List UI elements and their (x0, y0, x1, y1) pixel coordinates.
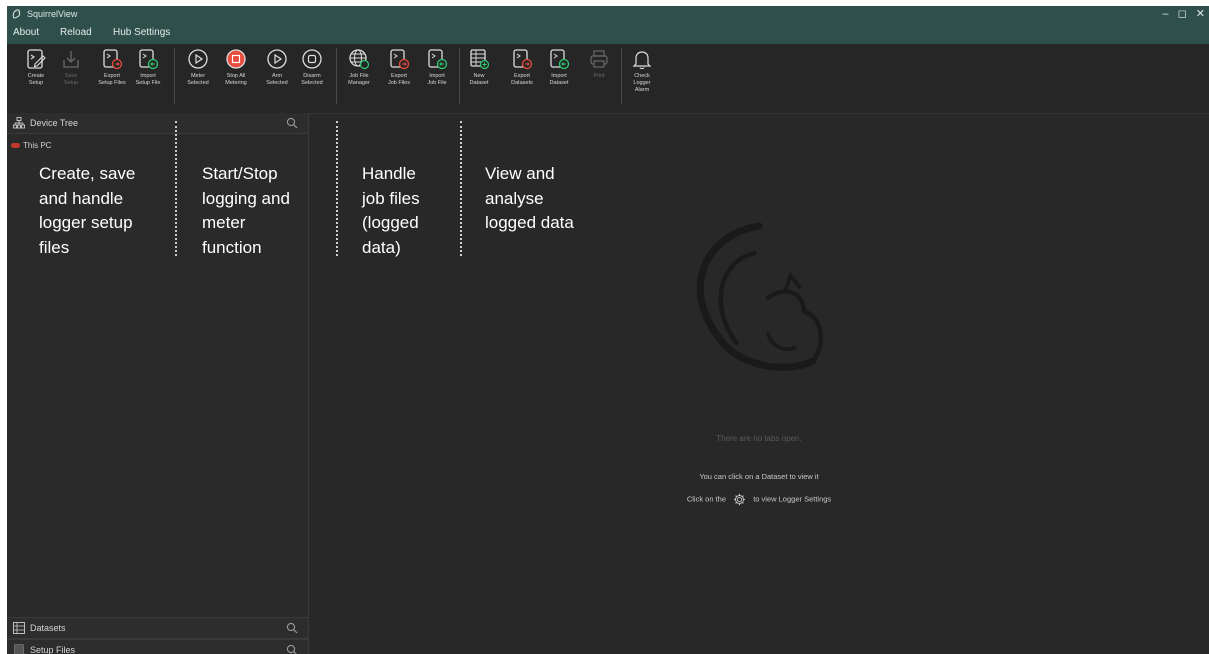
disarm-selected-label: Disarm Selected (301, 73, 323, 86)
export-setup-files-icon (103, 49, 123, 70)
annotation-logging: Start/Stop logging and meter function (202, 164, 290, 257)
datasets-title: Datasets (30, 623, 66, 633)
search-icon[interactable] (286, 644, 298, 654)
export-setup-files-button[interactable]: Export Setup Files (95, 48, 129, 87)
setup-files-icon (14, 644, 24, 654)
annotation-setup: Create, save and handle logger setup fil… (39, 164, 136, 257)
title-bar: SquirrelView – ◻ ✕ (7, 6, 1209, 23)
close-button[interactable]: ✕ (1196, 7, 1205, 20)
this-pc-label: This PC (23, 141, 52, 150)
toolbar: Create Setup Save Setup Export Setup Fil… (7, 44, 1209, 114)
stop-all-metering-label: Stop All Metering (225, 73, 247, 86)
toolbar-separator (174, 48, 175, 104)
window-controls: – ◻ ✕ (1156, 7, 1205, 20)
new-dataset-button[interactable]: New Dataset (462, 48, 496, 87)
export-setup-files-label: Export Setup Files (98, 73, 126, 86)
export-job-files-button[interactable]: Export Job Files (382, 48, 416, 87)
export-job-files-label: Export Job Files (387, 73, 410, 86)
no-tabs-message: There are no tabs open. (716, 434, 802, 443)
device-tree-header[interactable]: Device Tree (7, 113, 308, 134)
disarm-selected-button[interactable]: Disarm Selected (295, 48, 329, 87)
arm-selected-label: Arm Selected (266, 73, 288, 86)
bell-icon (632, 51, 652, 70)
device-tree-item-this-pc[interactable]: This PC (11, 141, 51, 150)
minimize-button[interactable]: – (1162, 8, 1168, 20)
export-job-files-icon (390, 49, 410, 70)
import-job-file-icon (428, 49, 448, 70)
create-setup-label: Create Setup (27, 73, 45, 86)
check-logger-alarm-button[interactable]: Check Logger Alarm (625, 48, 659, 94)
squirrel-logo-icon (12, 9, 21, 19)
meter-selected-icon (188, 49, 208, 69)
new-dataset-label: New Dataset (469, 73, 489, 86)
device-tree-icon (13, 117, 25, 129)
gear-icon (734, 493, 746, 506)
setup-files-header[interactable]: Setup Files (7, 639, 308, 654)
globe-icon (349, 49, 370, 70)
app-title: SquirrelView (27, 9, 78, 19)
print-label: Print (593, 73, 605, 79)
search-icon[interactable] (286, 622, 298, 634)
job-file-manager-label: Job File Manager (348, 73, 370, 86)
job-file-manager-button[interactable]: Job File Manager (342, 48, 376, 87)
toolbar-separator (336, 48, 337, 104)
search-icon[interactable] (286, 117, 298, 129)
datasets-header[interactable]: Datasets (7, 617, 308, 639)
check-logger-alarm-label: Check Logger Alarm (633, 73, 651, 93)
maximize-button[interactable]: ◻ (1178, 7, 1187, 20)
meter-selected-label: Meter Selected (187, 73, 209, 86)
datasets-icon (13, 622, 25, 634)
stop-all-metering-icon (226, 49, 246, 69)
menu-reload[interactable]: Reload (60, 27, 92, 38)
import-dataset-label: Import Dataset (549, 73, 569, 86)
squirrel-watermark-icon (696, 222, 823, 371)
dataset-hint: You can click on a Dataset to view it (699, 472, 819, 481)
import-setup-file-icon (139, 49, 159, 70)
arm-selected-button[interactable]: Arm Selected (260, 48, 294, 87)
menu-about[interactable]: About (13, 27, 39, 38)
import-job-file-button[interactable]: Import Job File (420, 48, 454, 87)
new-dataset-icon (470, 49, 490, 70)
import-setup-file-button[interactable]: Import Setup File (131, 48, 165, 87)
create-setup-icon (27, 49, 46, 69)
save-setup-label: Save Setup (63, 73, 79, 86)
import-dataset-icon (550, 49, 570, 70)
menu-hub-settings[interactable]: Hub Settings (113, 27, 170, 38)
hint-prefix: Click on the (686, 494, 727, 504)
setup-files-title: Setup Files (30, 645, 76, 654)
menu-bar: About Reload Hub Settings (7, 23, 1209, 44)
create-setup-button[interactable]: Create Setup (19, 48, 53, 87)
import-setup-file-label: Import Setup File (135, 73, 161, 86)
main-content: There are no tabs open. You can click on… (309, 113, 1209, 654)
device-tree-title: Device Tree (30, 118, 79, 128)
arm-selected-icon (267, 49, 287, 69)
disarm-selected-icon (302, 49, 322, 69)
save-setup-button[interactable]: Save Setup (54, 48, 88, 87)
hint-suffix: to view Logger Settings (753, 494, 832, 504)
toolbar-separator (459, 48, 460, 104)
save-setup-icon (63, 51, 79, 68)
print-button[interactable]: Print (582, 48, 616, 80)
export-datasets-icon (513, 49, 533, 70)
printer-icon (590, 50, 608, 68)
meter-selected-button[interactable]: Meter Selected (181, 48, 215, 87)
callout-divider (175, 121, 177, 256)
import-job-file-label: Import Job File (427, 73, 447, 86)
export-datasets-button[interactable]: Export Datasets (505, 48, 539, 87)
status-dot-icon (11, 143, 20, 149)
export-datasets-label: Export Datasets (511, 73, 533, 86)
stop-all-metering-button[interactable]: Stop All Metering (219, 48, 253, 87)
app-window: SquirrelView – ◻ ✕ About Reload Hub Sett… (7, 6, 1209, 654)
toolbar-separator (621, 48, 622, 104)
import-dataset-button[interactable]: Import Dataset (542, 48, 576, 87)
logger-settings-hint: Click on the to view Logger Settings (589, 493, 929, 506)
